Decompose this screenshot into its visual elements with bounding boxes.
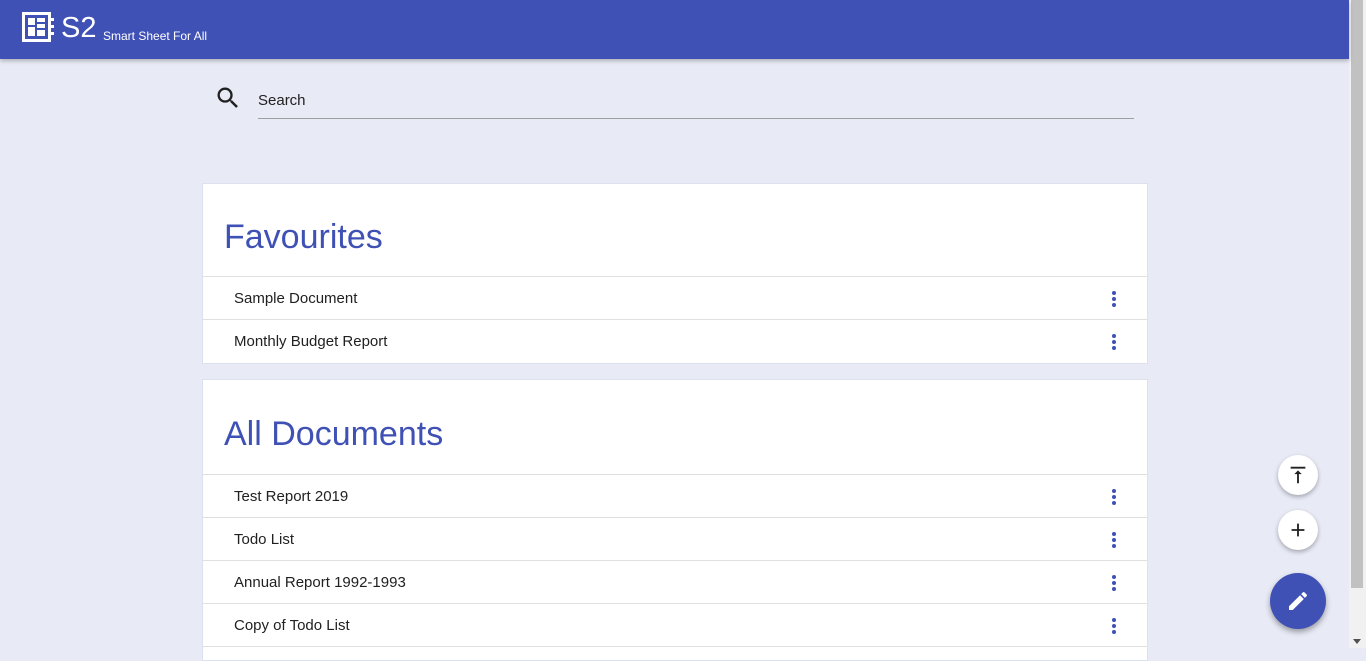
favourites-card: Favourites Sample Document Monthly Budge… xyxy=(202,183,1148,364)
search-bar xyxy=(214,83,1136,121)
add-document-button[interactable] xyxy=(1278,510,1318,550)
add-icon xyxy=(1291,523,1305,537)
document-name[interactable]: Test Report 2019 xyxy=(234,488,348,505)
list-item[interactable]: Sample Document xyxy=(203,277,1147,320)
more-vert-icon[interactable] xyxy=(1107,291,1121,309)
list-item[interactable]: Annual Report 1992-1993 xyxy=(203,561,1147,604)
document-name[interactable]: Copy of Todo List xyxy=(234,617,350,634)
document-name[interactable]: Sample Document xyxy=(234,290,357,307)
all-documents-card: All Documents Test Report 2019 Todo List… xyxy=(202,379,1148,661)
scroll-to-top-button[interactable] xyxy=(1278,455,1318,495)
edit-pencil-icon xyxy=(1289,591,1308,610)
scrollbar-thumb[interactable] xyxy=(1351,0,1363,588)
more-vert-icon[interactable] xyxy=(1107,618,1121,636)
app-bar: S2 Smart Sheet For All xyxy=(0,0,1349,59)
more-vert-icon[interactable] xyxy=(1107,575,1121,593)
scroll-down-arrow-icon[interactable] xyxy=(1353,639,1361,644)
more-vert-icon[interactable] xyxy=(1107,334,1121,352)
page-scrollbar[interactable] xyxy=(1349,0,1366,648)
edit-fab-button[interactable] xyxy=(1270,573,1326,629)
search-input[interactable] xyxy=(258,83,1134,119)
favourites-title: Favourites xyxy=(203,184,1147,277)
more-vert-icon[interactable] xyxy=(1107,532,1121,550)
document-name[interactable]: Todo List xyxy=(234,531,294,548)
spreadsheet-logo-icon[interactable] xyxy=(22,12,55,42)
vertical-align-top-icon xyxy=(1290,466,1306,484)
document-name[interactable]: Annual Report 1992-1993 xyxy=(234,574,406,591)
list-item[interactable]: Copy of Todo List xyxy=(203,604,1147,647)
list-item[interactable]: Test Report 2019 xyxy=(203,475,1147,518)
list-item[interactable]: Monthly Budget Report xyxy=(203,320,1147,363)
all-documents-title: All Documents xyxy=(203,380,1147,475)
search-icon xyxy=(217,87,238,108)
more-vert-icon[interactable] xyxy=(1107,489,1121,507)
list-item[interactable]: Todo List xyxy=(203,518,1147,561)
app-tagline: Smart Sheet For All xyxy=(103,29,208,43)
app-brand[interactable]: S2 xyxy=(61,11,96,45)
document-name[interactable]: Monthly Budget Report xyxy=(234,333,387,350)
